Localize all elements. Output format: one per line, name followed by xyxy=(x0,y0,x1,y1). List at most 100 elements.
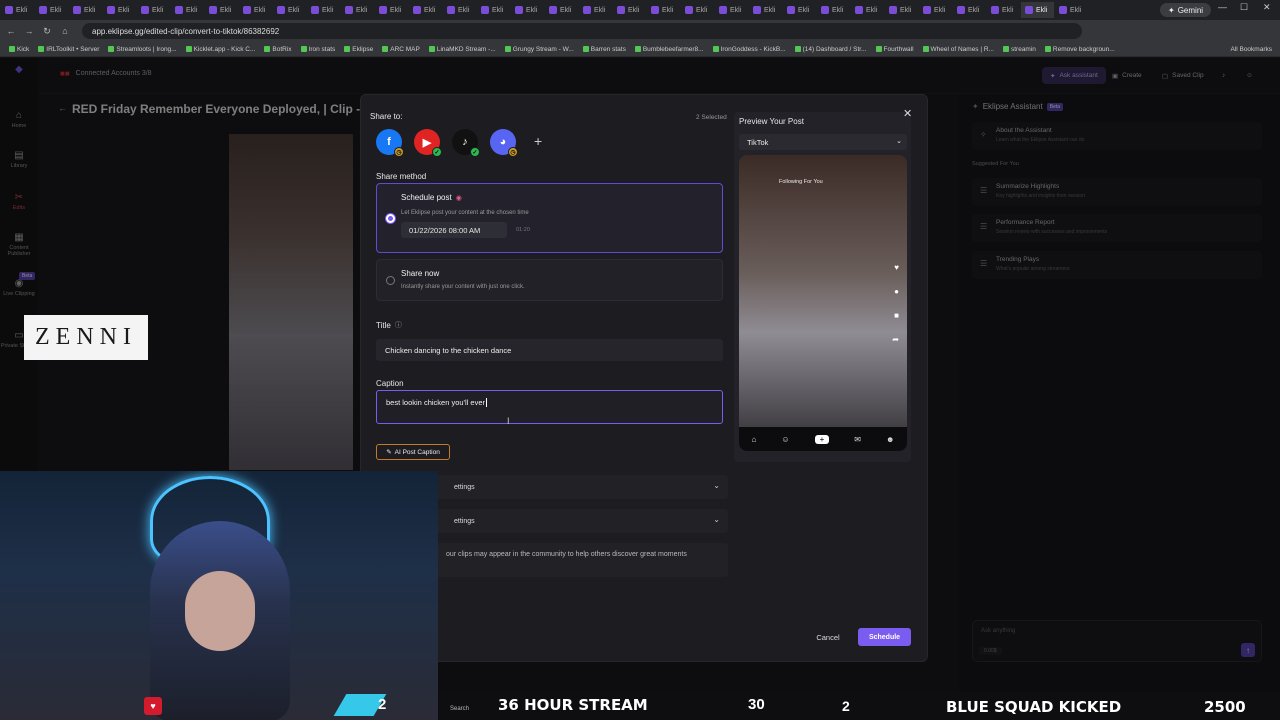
taskbar-search[interactable]: Search xyxy=(450,706,469,712)
bookmark-item[interactable]: Grungy Stream - W... xyxy=(504,46,574,53)
tab-label: Ekli xyxy=(492,6,504,14)
schedule-post-option[interactable]: Schedule post ◉ Let Eklipse post your con… xyxy=(376,183,723,253)
browser-tab[interactable]: Ekli xyxy=(715,2,748,18)
youtube-icon[interactable]: ▶ ✓ xyxy=(414,129,442,157)
tab-label: Ekli xyxy=(560,6,572,14)
browser-tab[interactable]: Ekli xyxy=(545,2,578,18)
minimize-icon[interactable]: — xyxy=(1218,2,1227,12)
overlay-counter: 2 xyxy=(842,698,850,714)
share-now-radio[interactable] xyxy=(386,276,395,285)
reload-icon[interactable]: ↻ xyxy=(40,26,54,37)
bookmark-item[interactable]: Kicklet.app - Kick C... xyxy=(185,46,255,53)
add-platform-button[interactable]: + xyxy=(534,133,542,149)
browser-tab[interactable]: Ekli xyxy=(1055,2,1088,18)
bookmark-item[interactable]: IRLToolkit • Server xyxy=(38,46,99,53)
bookmark-item[interactable]: Kick xyxy=(9,46,29,53)
browser-tab[interactable]: Ekli xyxy=(919,2,952,18)
all-bookmarks[interactable]: All Bookmarks xyxy=(1230,46,1272,53)
bookmark-item[interactable]: Bumblebeefarmer8... xyxy=(634,46,704,53)
chevron-down-icon: ⌄ xyxy=(713,481,720,490)
bookmark-item[interactable]: Streamloots | Irong... xyxy=(108,46,177,53)
browser-tab[interactable]: Ekli xyxy=(307,2,340,18)
caption-input[interactable]: best lookin chicken you'll ever xyxy=(376,390,723,424)
browser-tab[interactable]: Ekli xyxy=(477,2,510,18)
cancel-button[interactable]: Cancel xyxy=(807,629,849,645)
browser-tab[interactable]: Ekli xyxy=(375,2,408,18)
url-field[interactable]: app.eklipse.gg/edited-clip/convert-to-ti… xyxy=(82,23,1082,39)
browser-tab[interactable]: Ekli xyxy=(987,2,1020,18)
bookmark-favicon-icon xyxy=(108,46,115,52)
home-icon[interactable]: ⌂ xyxy=(58,26,72,36)
bookmark-item[interactable]: Wheel of Names | R... xyxy=(922,46,994,53)
title-input[interactable]: Chicken dancing to the chicken dance xyxy=(376,339,723,361)
browser-tab[interactable]: Ekli xyxy=(579,2,612,18)
browser-tab[interactable]: Ekli xyxy=(341,2,374,18)
bookmark-favicon-icon xyxy=(1002,46,1009,52)
tab-label: Ekli xyxy=(832,6,844,14)
bookmark-item[interactable]: Eklipse xyxy=(344,46,373,53)
bookmark-icon: ■ xyxy=(894,311,899,320)
browser-tab[interactable]: Ekli xyxy=(35,2,68,18)
browser-tab[interactable]: Ekli xyxy=(749,2,782,18)
share-arrow-icon: ➦ xyxy=(892,335,899,344)
bookmarks-bar: Kick IRLToolkit • Server Streamloots | Iro… xyxy=(0,42,1280,57)
browser-tab[interactable]: Ekli xyxy=(103,2,136,18)
browser-tab[interactable]: Ekli xyxy=(511,2,544,18)
browser-tab[interactable]: Ekli xyxy=(1,2,34,18)
back-icon[interactable]: ← xyxy=(4,26,18,36)
share-modal: Share to: 2 Selected f ◷ ▶ ✓ ♪ ✓ ◕ ◷ + Share me… xyxy=(360,94,928,662)
bookmark-favicon-icon xyxy=(504,46,511,52)
browser-tab[interactable]: Ekli xyxy=(613,2,646,18)
browser-tab[interactable]: Ekli xyxy=(239,2,272,18)
bookmark-item[interactable]: LinaMKD Stream -... xyxy=(428,46,496,53)
browser-tab[interactable]: Ekli xyxy=(885,2,918,18)
gemini-button[interactable]: ✦ Gemini xyxy=(1160,3,1212,17)
info-icon[interactable]: ⓘ xyxy=(395,320,402,330)
tiktok-icon[interactable]: ♪ ✓ xyxy=(452,129,480,157)
bookmark-item[interactable]: Iron stats xyxy=(300,46,335,53)
browser-tab[interactable]: Ekli xyxy=(1021,2,1054,18)
browser-tab[interactable]: Ekli xyxy=(681,2,714,18)
browser-tab[interactable]: Ekli xyxy=(647,2,680,18)
close-icon[interactable]: ✕ xyxy=(903,107,912,120)
bookmark-item[interactable]: streamin xyxy=(1002,46,1036,53)
browser-tab[interactable]: Ekli xyxy=(817,2,850,18)
bookmark-item[interactable]: Fourthwall xyxy=(875,46,914,53)
tab-label: Ekli xyxy=(220,6,232,14)
browser-tab[interactable]: Ekli xyxy=(273,2,306,18)
schedule-radio[interactable] xyxy=(386,214,395,223)
schedule-button[interactable]: Schedule xyxy=(858,628,911,646)
eklipse-favicon-icon xyxy=(447,6,455,14)
forward-icon[interactable]: → xyxy=(22,26,36,36)
browser-tab[interactable]: Ekli xyxy=(409,2,442,18)
browser-tab[interactable]: Ekli xyxy=(443,2,476,18)
chevron-down-icon: ⌄ xyxy=(713,515,720,524)
bookmark-item[interactable]: IronGoddess - KickB... xyxy=(712,46,786,53)
browser-tab[interactable]: Ekli xyxy=(953,2,986,18)
close-window-icon[interactable]: ✕ xyxy=(1263,2,1271,13)
facebook-icon[interactable]: f ◷ xyxy=(376,129,404,157)
datetime-field[interactable]: 01/22/2026 08:00 AM xyxy=(401,222,507,238)
maximize-icon[interactable]: ☐ xyxy=(1240,2,1248,13)
tab-label: Ekli xyxy=(900,6,912,14)
bookmark-item[interactable]: (14) Dashboard / Str... xyxy=(794,46,867,53)
browser-tab[interactable]: Ekli xyxy=(137,2,170,18)
browser-tab[interactable]: Ekli xyxy=(851,2,884,18)
browser-tab[interactable]: Ekli xyxy=(783,2,816,18)
browser-tab[interactable]: Ekli xyxy=(171,2,204,18)
preview-platform-select[interactable]: TikTok ⌄ xyxy=(739,134,907,150)
browser-tab[interactable]: Ekli xyxy=(69,2,102,18)
bookmark-item[interactable]: BotRix xyxy=(264,45,292,53)
bookmark-item[interactable]: ARC MAP xyxy=(382,46,420,53)
share-now-option[interactable]: Share now Instantly share your content w… xyxy=(376,259,723,301)
bookmark-item[interactable]: Remove backgroun... xyxy=(1044,46,1115,53)
discord-icon[interactable]: ◕ ◷ xyxy=(490,129,518,157)
eklipse-favicon-icon xyxy=(379,6,387,14)
heart-icon: ♥ xyxy=(144,697,162,715)
browser-tab[interactable]: Ekli xyxy=(205,2,238,18)
bookmark-item[interactable]: Barren stats xyxy=(582,46,626,53)
tab-label: Ekli xyxy=(84,6,96,14)
ai-post-caption-button[interactable]: ✎ AI Post Caption xyxy=(376,444,450,460)
bookmark-label: BotRix xyxy=(272,45,292,53)
tab-label: Ekli xyxy=(424,6,436,14)
